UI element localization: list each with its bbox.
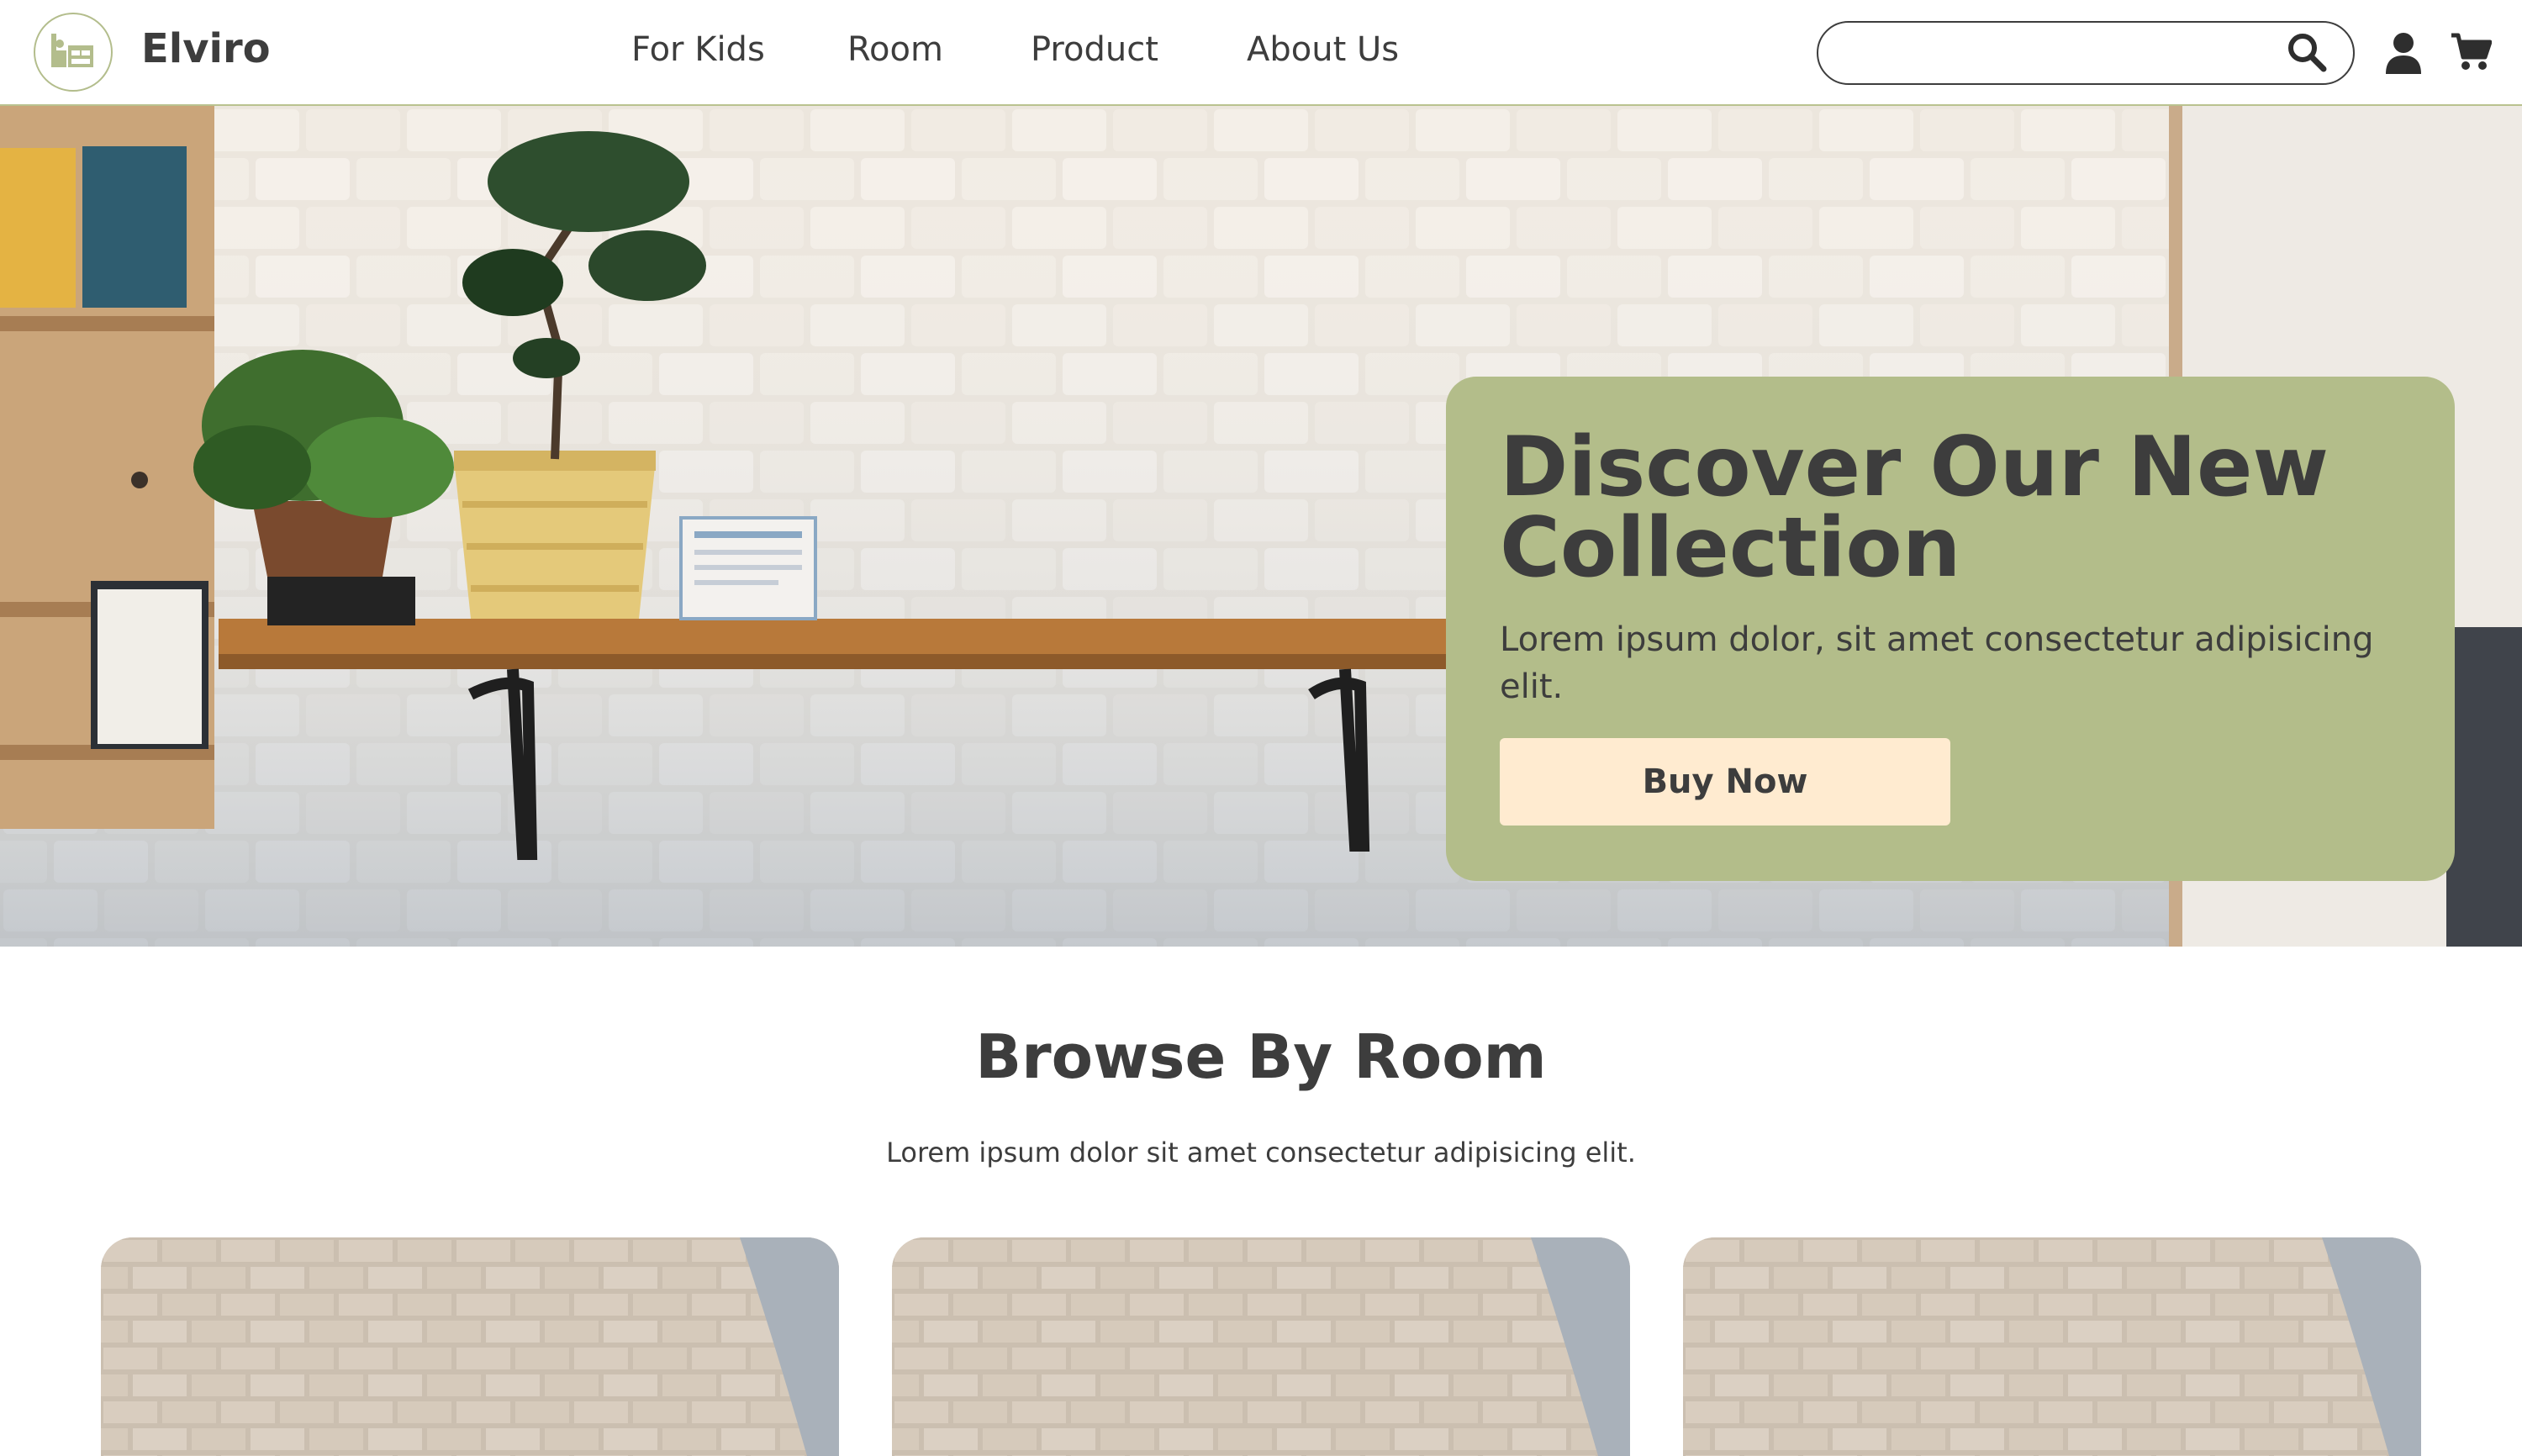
room-card-image — [101, 1237, 839, 1456]
user-icon[interactable] — [2384, 32, 2423, 74]
hero-title: Discover Our New Collection — [1500, 419, 2329, 596]
search-input[interactable] — [1817, 21, 2355, 85]
browse-section-title: Browse By Room — [975, 1021, 1547, 1092]
nav-room[interactable]: Room — [847, 30, 943, 69]
nav-for-kids[interactable]: For Kids — [631, 30, 765, 69]
search-icon[interactable] — [2285, 30, 2329, 74]
room-card[interactable] — [1683, 1237, 2421, 1456]
room-card-image — [1683, 1237, 2421, 1456]
nav-product[interactable]: Product — [1031, 30, 1158, 69]
nav-about-us[interactable]: About Us — [1247, 30, 1399, 69]
room-card[interactable] — [892, 1237, 1630, 1456]
room-card[interactable] — [101, 1237, 839, 1456]
hero-banner: Discover Our New Collection Lorem ipsum … — [0, 106, 2522, 947]
browse-section-subtitle: Lorem ipsum dolor sit amet consectetur a… — [886, 1137, 1636, 1168]
logo[interactable] — [34, 13, 113, 92]
hero-promo-card: Discover Our New Collection Lorem ipsum … — [1446, 377, 2455, 881]
buy-now-button[interactable]: Buy Now — [1500, 738, 1950, 826]
room-card-image — [892, 1237, 1630, 1456]
site-header: Elviro For Kids Room Product About Us — [0, 0, 2522, 106]
brand-name[interactable]: Elviro — [141, 25, 271, 72]
furniture-logo-icon — [51, 34, 93, 67]
hero-subtitle: Lorem ipsum dolor, sit amet consectetur … — [1500, 620, 2374, 706]
cart-icon[interactable] — [2450, 32, 2493, 72]
